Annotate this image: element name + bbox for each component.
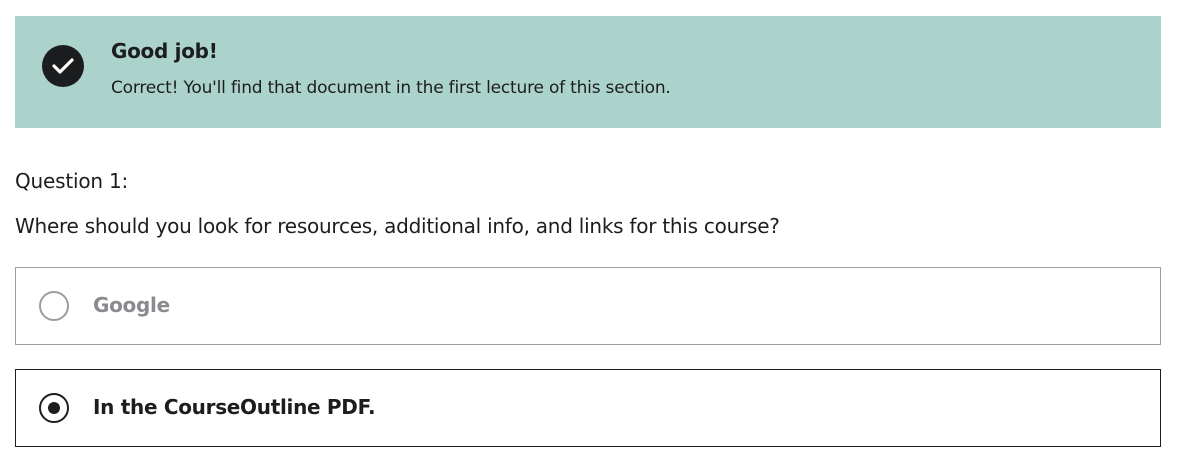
- answer-option-label: Google: [93, 293, 170, 317]
- radio-button-unselected[interactable]: [39, 291, 69, 321]
- alert-message: Correct! You'll find that document in th…: [111, 78, 671, 98]
- answer-option-course-outline[interactable]: In the CourseOutline PDF.: [15, 369, 1161, 447]
- answer-option-google[interactable]: Google: [15, 267, 1161, 345]
- question-number: Question 1:: [15, 169, 129, 193]
- radio-button-selected[interactable]: [39, 393, 69, 423]
- checkmark-circle-icon: [42, 45, 84, 87]
- alert-title: Good job!: [111, 39, 218, 63]
- question-text: Where should you look for resources, add…: [15, 214, 780, 238]
- radio-selected-dot: [48, 402, 60, 414]
- answer-option-label: In the CourseOutline PDF.: [93, 395, 376, 419]
- feedback-alert: Good job! Correct! You'll find that docu…: [15, 16, 1161, 128]
